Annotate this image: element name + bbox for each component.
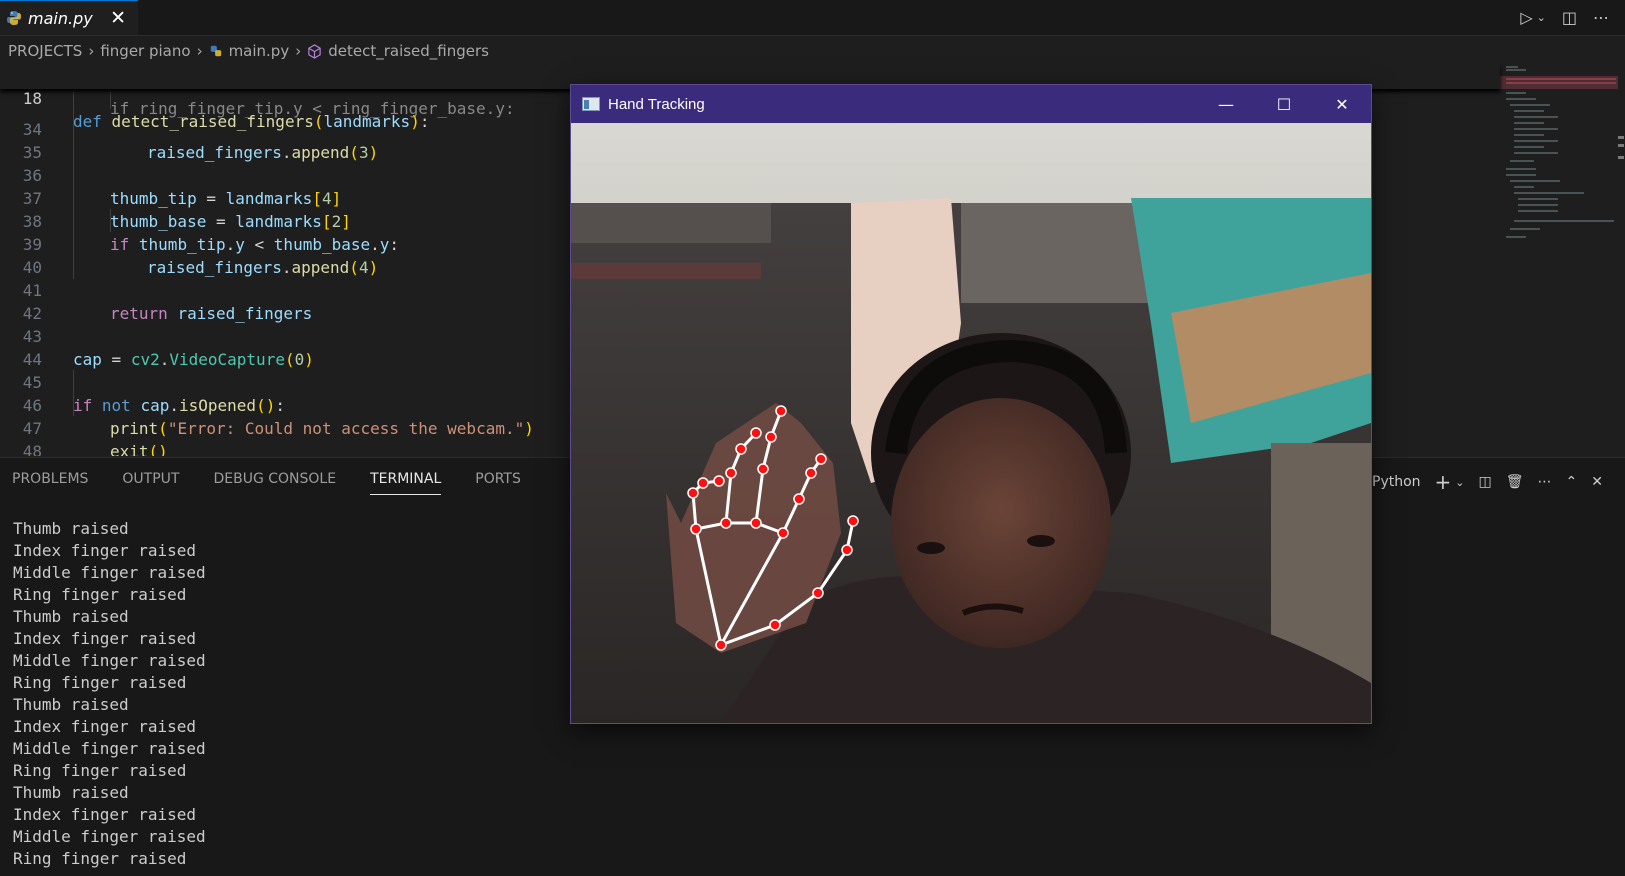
terminal-output[interactable]: Thumb raised Index finger raised Middle fi… bbox=[13, 518, 206, 870]
terminal-line: Index finger raised bbox=[13, 805, 197, 824]
code-line-45: 45 if not cap.isOpened(): bbox=[0, 348, 285, 415]
line-number: 48 bbox=[22, 442, 42, 456]
breadcrumb-file[interactable]: main.py bbox=[229, 42, 290, 60]
tab-close-icon[interactable]: ✕ bbox=[110, 7, 126, 29]
split-terminal-icon[interactable]: ◫ bbox=[1479, 474, 1492, 490]
terminal-line: Thumb raised bbox=[13, 519, 129, 538]
terminal-shell-name[interactable]: Python bbox=[1372, 474, 1421, 490]
window-title: Hand Tracking bbox=[608, 95, 705, 113]
keyword: def bbox=[73, 112, 102, 131]
scrollbar-marker bbox=[1618, 144, 1624, 147]
breadcrumb-folder[interactable]: finger piano bbox=[100, 42, 190, 60]
code-line-47: 47 exit() bbox=[0, 394, 168, 456]
terminal-line: Index finger raised bbox=[13, 541, 197, 560]
tab-terminal[interactable]: TERMINAL bbox=[370, 471, 442, 495]
terminal-line: Middle finger raised bbox=[13, 739, 206, 758]
terminal-dropdown-chevron-icon[interactable]: ⌄ bbox=[1455, 476, 1464, 489]
code-line-38: 38 if thumb_tip.y < thumb_base.y: bbox=[0, 187, 399, 254]
webcam-image bbox=[571, 123, 1371, 723]
terminal-line: Middle finger raised bbox=[13, 827, 206, 846]
python-icon bbox=[7, 11, 21, 25]
code-line-37: 37 thumb_base = landmarks[2] bbox=[0, 164, 351, 231]
terminal-line: Thumb raised bbox=[13, 607, 129, 626]
close-panel-icon[interactable]: ✕ bbox=[1591, 474, 1603, 490]
tab-problems[interactable]: PROBLEMS bbox=[12, 471, 88, 495]
terminal-line: Index finger raised bbox=[13, 629, 197, 648]
line-number: 18 bbox=[22, 89, 42, 108]
terminal-line: Middle finger raised bbox=[13, 651, 206, 670]
chevron-right-icon: › bbox=[196, 42, 203, 60]
chevron-right-icon: › bbox=[295, 42, 302, 60]
breadcrumb-symbol[interactable]: detect_raised_fingers bbox=[328, 42, 489, 60]
minimize-button[interactable]: — bbox=[1197, 85, 1255, 123]
split-editor-icon[interactable]: ◫ bbox=[1562, 8, 1577, 27]
terminal-line: Middle finger raised bbox=[13, 563, 206, 582]
new-terminal-plus-icon[interactable]: + bbox=[1435, 470, 1452, 494]
function-name: detect_raised_fingers bbox=[111, 112, 314, 131]
code-line-46: 46 print("Error: Could not access the we… bbox=[0, 371, 534, 438]
app-window-icon bbox=[582, 97, 600, 111]
terminal-line: Thumb raised bbox=[13, 695, 129, 714]
hand-tracking-window[interactable]: Hand Tracking — ☐ ✕ bbox=[570, 84, 1372, 724]
tab-label: main.py bbox=[28, 8, 93, 28]
chevron-right-icon: › bbox=[88, 42, 95, 60]
code-line-42: 42 bbox=[0, 279, 42, 323]
tab-output[interactable]: OUTPUT bbox=[122, 471, 179, 495]
breadcrumb: PROJECTS › finger piano › main.py › dete… bbox=[8, 40, 489, 62]
code-line-48: 48 bbox=[0, 417, 42, 456]
terminal-line: Index finger raised bbox=[13, 717, 197, 736]
code-line-41: 41 return raised_fingers bbox=[0, 256, 313, 323]
webcam-video-frame bbox=[571, 123, 1371, 723]
code-line-39: 39 raised_fingers.append(4) bbox=[0, 210, 378, 277]
tab-main-py[interactable]: main.py ✕ bbox=[0, 0, 138, 35]
tab-debug-console[interactable]: DEBUG CONSOLE bbox=[213, 471, 336, 495]
maximize-panel-chevron-up-icon[interactable]: ⌃ bbox=[1566, 474, 1578, 490]
more-actions-icon[interactable]: ⋯ bbox=[1593, 8, 1609, 27]
code-line-43: 43 cap = cv2.VideoCapture(0) bbox=[0, 302, 314, 369]
terminal-line: Ring finger raised bbox=[13, 761, 187, 780]
editor-actions: ▷ ⌄ ◫ ⋯ bbox=[1520, 0, 1625, 35]
terminal-line: Thumb raised bbox=[13, 783, 129, 802]
tab-ports[interactable]: PORTS bbox=[475, 471, 521, 495]
breadcrumb-projects[interactable]: PROJECTS bbox=[8, 42, 82, 60]
terminal-line: Ring finger raised bbox=[13, 849, 187, 868]
minimap[interactable] bbox=[1500, 64, 1618, 264]
terminal-actions: Python + ⌄ ◫ 🗑 ⋯ ⌃ ✕ bbox=[1372, 470, 1617, 494]
method-cube-icon bbox=[308, 43, 321, 59]
trash-icon[interactable]: 🗑 bbox=[1506, 474, 1524, 490]
more-actions-icon[interactable]: ⋯ bbox=[1538, 474, 1552, 490]
maximize-button[interactable]: ☐ bbox=[1255, 85, 1313, 123]
close-button[interactable]: ✕ bbox=[1313, 85, 1371, 123]
parameter: landmarks bbox=[323, 112, 411, 131]
scrollbar-marker bbox=[1618, 156, 1624, 159]
terminal-line: Ring finger raised bbox=[13, 673, 187, 692]
editor-tab-bar: main.py ✕ ▷ ⌄ ◫ ⋯ bbox=[0, 0, 1625, 36]
scrollbar-marker bbox=[1618, 136, 1624, 139]
code-line-44: 44 bbox=[0, 325, 42, 369]
python-icon bbox=[210, 45, 221, 57]
panel-tabs: PROBLEMS OUTPUT DEBUG CONSOLE TERMINAL P… bbox=[12, 471, 555, 495]
terminal-line: Ring finger raised bbox=[13, 585, 187, 604]
run-dropdown-chevron-icon[interactable]: ⌄ bbox=[1537, 11, 1546, 24]
run-icon[interactable]: ▷ bbox=[1520, 8, 1532, 27]
window-titlebar[interactable]: Hand Tracking — ☐ ✕ bbox=[571, 85, 1371, 123]
code-line-40: 40 bbox=[0, 233, 42, 277]
